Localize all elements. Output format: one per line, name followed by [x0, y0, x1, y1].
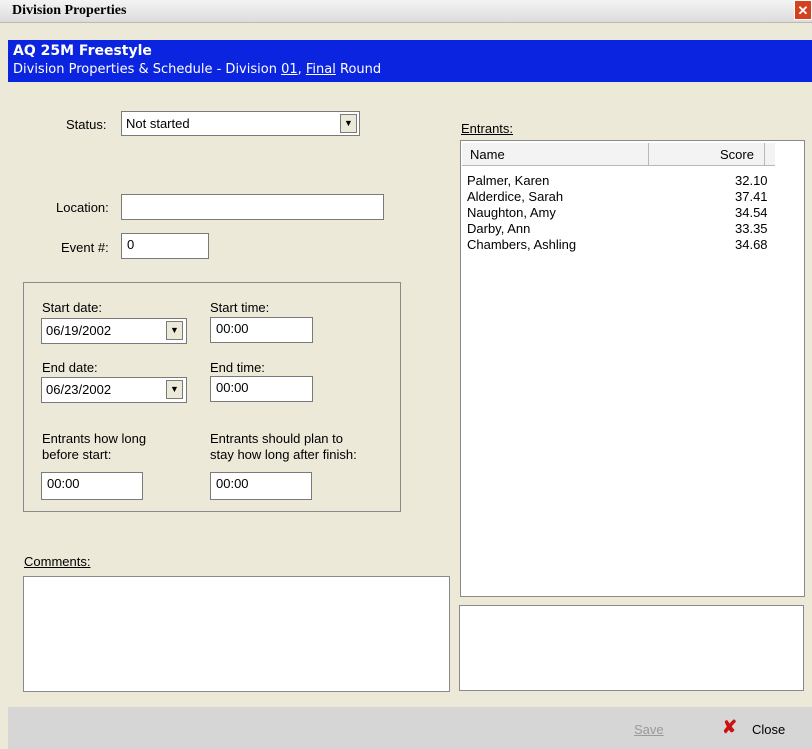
window-title: Division Properties	[12, 3, 127, 18]
entrant-score: 34.54	[735, 205, 768, 220]
list-item[interactable]: Chambers, Ashling 34.68	[462, 237, 768, 253]
entrant-name: Palmer, Karen	[467, 173, 550, 188]
after-finish-label-line1: Entrants should plan to	[210, 431, 343, 446]
footer-bar	[8, 707, 812, 749]
before-start-input[interactable]: 00:00	[41, 472, 143, 500]
chevron-down-icon[interactable]: ▼	[340, 114, 357, 133]
list-item[interactable]: Alderdice, Sarah 37.41	[462, 189, 768, 205]
name-column-header[interactable]: Name	[470, 147, 505, 162]
status-dropdown[interactable]: Not started ▼	[121, 111, 360, 136]
column-divider	[764, 143, 765, 165]
start-time-input[interactable]: 00:00	[210, 317, 313, 343]
entrant-score: 33.35	[735, 221, 768, 236]
header-subtitle: Division Properties & Schedule - Divisio…	[13, 62, 381, 77]
entrant-detail-panel	[459, 605, 804, 691]
after-finish-label-line2: stay how long after finish:	[210, 447, 357, 462]
entrant-name: Chambers, Ashling	[467, 237, 577, 252]
start-time-label: Start time:	[210, 300, 270, 315]
entrant-name: Alderdice, Sarah	[467, 189, 564, 204]
score-column-header[interactable]: Score	[720, 147, 754, 162]
entrants-rows: Palmer, Karen 32.10 Alderdice, Sarah 37.41…	[462, 173, 775, 293]
comments-label: Comments:	[24, 554, 91, 569]
subtitle-suffix: Round	[335, 62, 382, 77]
subtitle-separator: ,	[297, 62, 306, 77]
status-value: Not started	[126, 116, 190, 131]
event-name: AQ 25M Freestyle	[13, 43, 152, 59]
event-number-input[interactable]: 0	[121, 233, 209, 259]
before-start-label-line1: Entrants how long	[42, 431, 147, 446]
division-header: AQ 25M Freestyle Division Properties & S…	[8, 40, 812, 82]
entrant-name: Darby, Ann	[467, 221, 531, 236]
entrants-list-header: Name Score	[462, 143, 775, 166]
before-start-label-line2: before start:	[42, 447, 112, 462]
division-number: 01	[281, 62, 298, 77]
end-date-label: End date:	[42, 360, 98, 375]
entrant-score: 37.41	[735, 189, 768, 204]
calendar-dropdown-icon[interactable]: ▼	[166, 321, 183, 340]
start-date-picker[interactable]: 06/19/2002 ▼	[41, 318, 187, 344]
location-input[interactable]	[121, 194, 384, 220]
end-date-value: 06/23/2002	[46, 382, 112, 397]
close-x-icon: ✘	[722, 717, 738, 737]
close-label: Close	[752, 722, 786, 737]
round-name: Final	[305, 62, 336, 77]
save-button[interactable]: Save	[634, 722, 664, 737]
calendar-dropdown-icon[interactable]: ▼	[166, 380, 183, 399]
after-finish-input[interactable]: 00:00	[210, 472, 312, 500]
entrant-score: 32.10	[735, 173, 768, 188]
location-label: Location:	[56, 200, 109, 215]
window-close-icon[interactable]: ✕	[794, 0, 812, 20]
event-number-label: Event #:	[61, 240, 109, 255]
entrant-score: 34.68	[735, 237, 768, 252]
title-bar: Division Properties	[0, 0, 812, 23]
end-date-picker[interactable]: 06/23/2002 ▼	[41, 377, 187, 403]
column-divider	[648, 143, 649, 165]
entrant-name: Naughton, Amy	[467, 205, 556, 220]
list-item[interactable]: Palmer, Karen 32.10	[462, 173, 768, 189]
start-date-label: Start date:	[42, 300, 102, 315]
entrants-label: Entrants:	[461, 121, 514, 136]
end-time-label: End time:	[210, 360, 265, 375]
end-time-input[interactable]: 00:00	[210, 376, 313, 402]
list-item[interactable]: Naughton, Amy 34.54	[462, 205, 768, 221]
subtitle-prefix: Division Properties & Schedule - Divisio…	[13, 62, 282, 77]
start-date-value: 06/19/2002	[46, 323, 112, 338]
comments-textarea[interactable]	[23, 576, 450, 692]
list-item[interactable]: Darby, Ann 33.35	[462, 221, 768, 237]
status-label: Status:	[66, 117, 107, 132]
